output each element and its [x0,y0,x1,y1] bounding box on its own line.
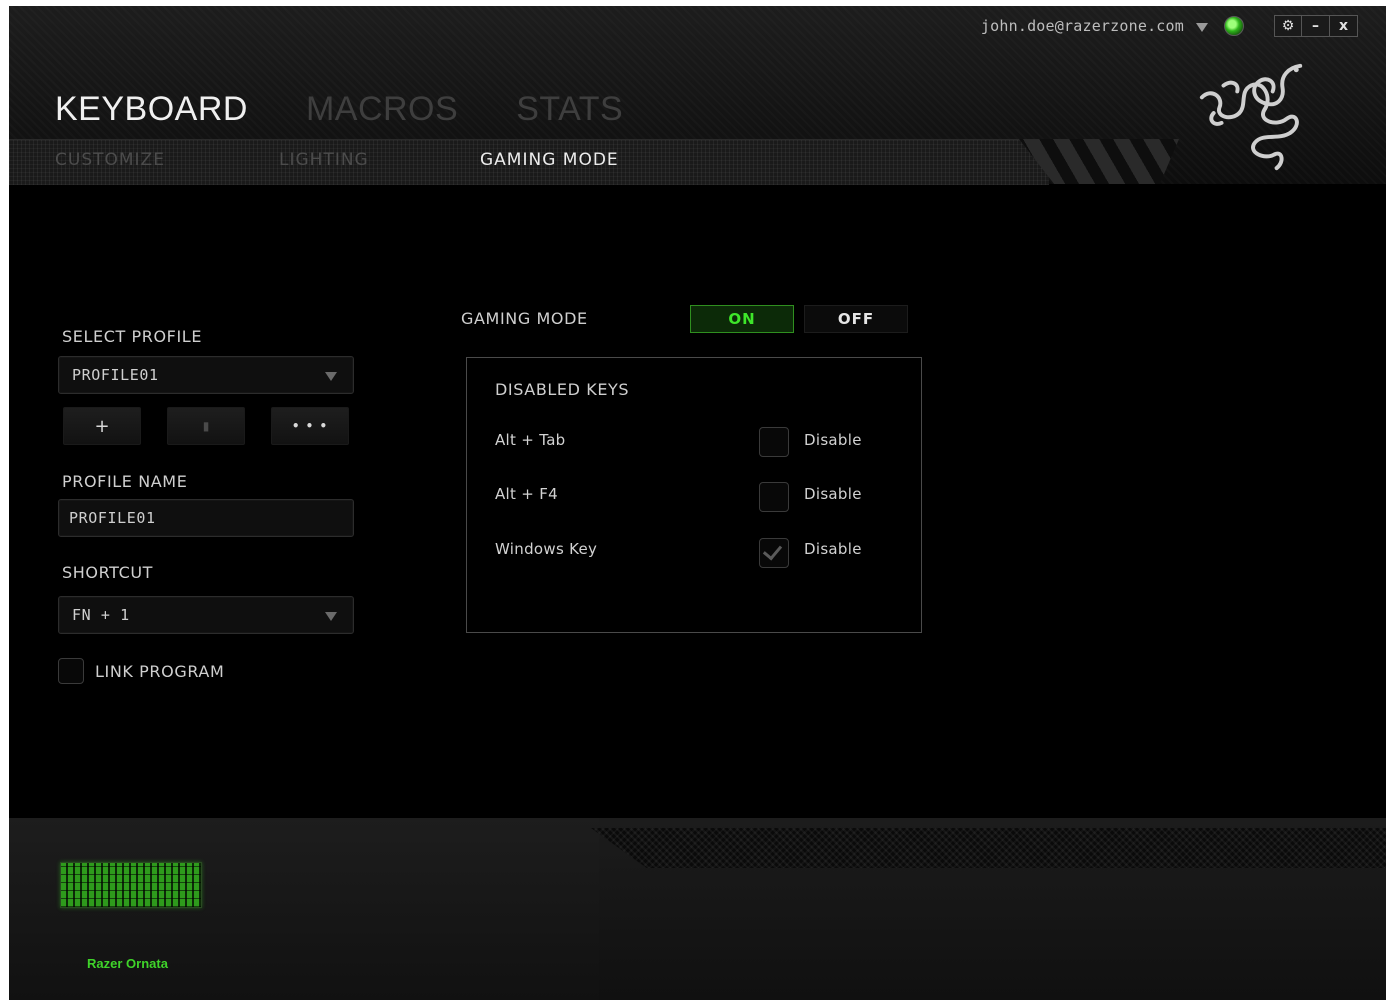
profile-name-value: PROFILE01 [69,509,156,527]
gaming-mode-label: GAMING MODE [461,309,588,328]
key-windows-label: Windows Key [495,540,598,558]
tab-gaming-mode[interactable]: GAMING MODE [480,150,619,170]
disable-alt-f4-label: Disable [804,485,862,503]
header: john.doe@razerzone.com ⚙ – x KEYBOARD MA… [9,6,1386,185]
profile-select-value: PROFILE01 [72,366,159,384]
chevron-down-icon [325,372,337,381]
disable-windows-key-checkbox[interactable] [759,538,789,568]
delete-profile-button[interactable]: ▮ [167,407,245,445]
tab-keyboard[interactable]: KEYBOARD [55,90,248,129]
settings-button[interactable]: ⚙ [1274,15,1302,37]
shortcut-select[interactable]: FN + 1 [58,596,354,634]
close-icon: x [1338,18,1349,34]
link-program-checkbox[interactable] [58,658,84,684]
disabled-keys-title: DISABLED KEYS [495,380,630,399]
profile-name-label: PROFILE NAME [62,472,188,491]
shortcut-value: FN + 1 [72,606,130,624]
minimize-icon: – [1312,18,1319,34]
tab-macros[interactable]: MACROS [306,90,458,129]
device-name[interactable]: Razer Ornata [87,956,168,971]
gaming-mode-off-button[interactable]: OFF [804,305,908,333]
minimize-button[interactable]: – [1302,15,1330,37]
more-options-button[interactable]: • • • [271,407,349,445]
tab-customize[interactable]: CUSTOMIZE [55,150,279,170]
synapse-window: john.doe@razerzone.com ⚙ – x KEYBOARD MA… [9,6,1386,1000]
tab-stats[interactable]: STATS [516,90,623,129]
account-dropdown-icon[interactable] [1196,22,1208,32]
link-program-label: LINK PROGRAM [95,662,225,681]
plus-icon: + [94,415,110,437]
trash-icon: ▮ [202,419,210,433]
online-status-icon[interactable] [1224,16,1244,36]
device-footer [9,818,1386,1000]
shortcut-label: SHORTCUT [62,563,154,582]
profile-select[interactable]: PROFILE01 [58,356,354,394]
disable-alt-tab-label: Disable [804,431,862,449]
window-controls: ⚙ – x [1274,15,1358,37]
more-icon: • • • [291,419,329,433]
close-button[interactable]: x [1330,15,1358,37]
disabled-keys-panel: DISABLED KEYS Alt + Tab Disable Alt + F4… [466,357,922,633]
gear-icon: ⚙ [1281,18,1295,34]
key-alt-f4-label: Alt + F4 [495,485,558,503]
top-bar: john.doe@razerzone.com ⚙ – x [981,14,1358,38]
sub-navigation: CUSTOMIZE LIGHTING GAMING MODE [9,139,1386,185]
tab-lighting[interactable]: LIGHTING [279,150,480,170]
disable-alt-f4-checkbox[interactable] [759,482,789,512]
add-profile-button[interactable]: + [63,407,141,445]
gaming-mode-on-button[interactable]: ON [690,305,794,333]
select-profile-label: SELECT PROFILE [62,327,203,346]
profile-name-input[interactable]: PROFILE01 [58,499,354,537]
keyboard-device-icon[interactable] [60,862,202,908]
key-alt-tab-label: Alt + Tab [495,431,566,449]
disable-windows-key-label: Disable [804,540,862,558]
main-tabs: KEYBOARD MACROS STATS [55,90,623,129]
chevron-down-icon [325,612,337,621]
account-email[interactable]: john.doe@razerzone.com [981,17,1184,35]
disable-alt-tab-checkbox[interactable] [759,427,789,457]
